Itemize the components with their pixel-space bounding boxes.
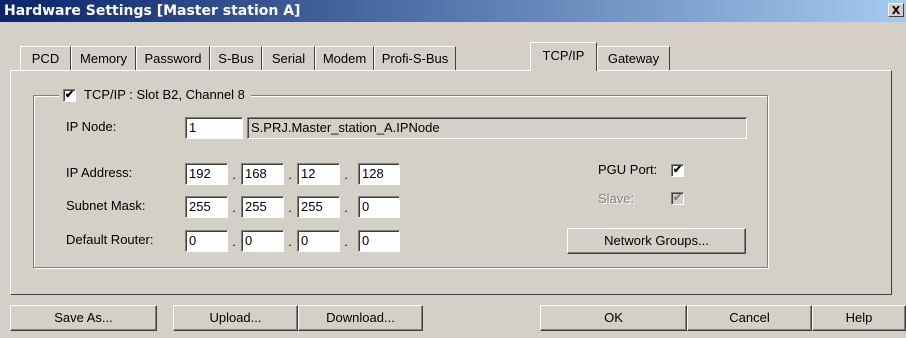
tab-password[interactable]: Password bbox=[136, 46, 210, 70]
subnet-octet-1[interactable]: 255 bbox=[185, 196, 228, 218]
slave-label: Slave: bbox=[598, 191, 635, 206]
download-button[interactable]: Download... bbox=[298, 305, 423, 331]
ip-dot: . bbox=[232, 200, 236, 215]
ip-dot: . bbox=[288, 200, 292, 215]
ok-button[interactable]: OK bbox=[540, 305, 687, 331]
default-router-label: Default Router: bbox=[66, 232, 154, 247]
tab-serial[interactable]: Serial bbox=[262, 46, 315, 70]
pgu-port-checkbox[interactable]: ✔ bbox=[671, 164, 684, 177]
subnet-octet-4[interactable]: 0 bbox=[358, 196, 400, 218]
tab-gateway[interactable]: Gateway bbox=[597, 46, 670, 70]
ip-dot: . bbox=[344, 234, 348, 249]
subnet-mask-label: Subnet Mask: bbox=[66, 198, 146, 213]
ip-dot: . bbox=[288, 234, 292, 249]
ip-dot: . bbox=[232, 234, 236, 249]
tab-s-bus[interactable]: S-Bus bbox=[210, 46, 262, 70]
router-octet-1[interactable]: 0 bbox=[185, 230, 228, 252]
slave-checkbox: ✔ bbox=[671, 192, 684, 205]
ip-address-octet-4[interactable]: 128 bbox=[358, 163, 400, 185]
ip-node-symbol-field: S.PRJ.Master_station_A.IPNode bbox=[247, 117, 747, 139]
subnet-octet-2[interactable]: 255 bbox=[241, 196, 284, 218]
tcpip-group-label: TCP/IP : Slot B2, Channel 8 bbox=[84, 87, 245, 102]
window-titlebar: Hardware Settings [Master station A] X bbox=[0, 0, 906, 22]
upload-button[interactable]: Upload... bbox=[173, 305, 298, 331]
ip-dot: . bbox=[344, 167, 348, 182]
cancel-button[interactable]: Cancel bbox=[687, 305, 812, 331]
ip-node-input[interactable]: 1 bbox=[185, 117, 243, 139]
tab-pcd[interactable]: PCD bbox=[20, 46, 71, 70]
pgu-port-label: PGU Port: bbox=[598, 162, 658, 177]
tab-modem[interactable]: Modem bbox=[315, 46, 374, 70]
tcpip-enable-checkbox[interactable]: ✔ bbox=[63, 88, 76, 102]
router-octet-4[interactable]: 0 bbox=[358, 230, 400, 252]
ip-address-octet-2[interactable]: 168 bbox=[241, 163, 284, 185]
ip-address-octet-3[interactable]: 12 bbox=[297, 163, 340, 185]
network-groups-button[interactable]: Network Groups... bbox=[567, 228, 746, 254]
tcpip-group-header: ✔ TCP/IP : Slot B2, Channel 8 bbox=[59, 86, 251, 104]
ip-node-label: IP Node: bbox=[66, 119, 117, 134]
save-as-button[interactable]: Save As... bbox=[10, 305, 157, 331]
ip-dot: . bbox=[232, 167, 236, 182]
tab-memory[interactable]: Memory bbox=[71, 46, 136, 70]
tab-profi-s-bus[interactable]: Profi-S-Bus bbox=[374, 46, 456, 70]
close-icon[interactable]: X bbox=[888, 3, 904, 17]
tab-tcp-ip[interactable]: TCP/IP bbox=[530, 42, 597, 71]
router-octet-2[interactable]: 0 bbox=[241, 230, 284, 252]
help-button[interactable]: Help bbox=[812, 305, 906, 331]
router-octet-3[interactable]: 0 bbox=[297, 230, 340, 252]
ip-address-octet-1[interactable]: 192 bbox=[185, 163, 228, 185]
ip-dot: . bbox=[288, 167, 292, 182]
ip-dot: . bbox=[344, 200, 348, 215]
subnet-octet-3[interactable]: 255 bbox=[297, 196, 340, 218]
window-title: Hardware Settings [Master station A] bbox=[4, 3, 301, 19]
ip-address-label: IP Address: bbox=[66, 165, 133, 180]
